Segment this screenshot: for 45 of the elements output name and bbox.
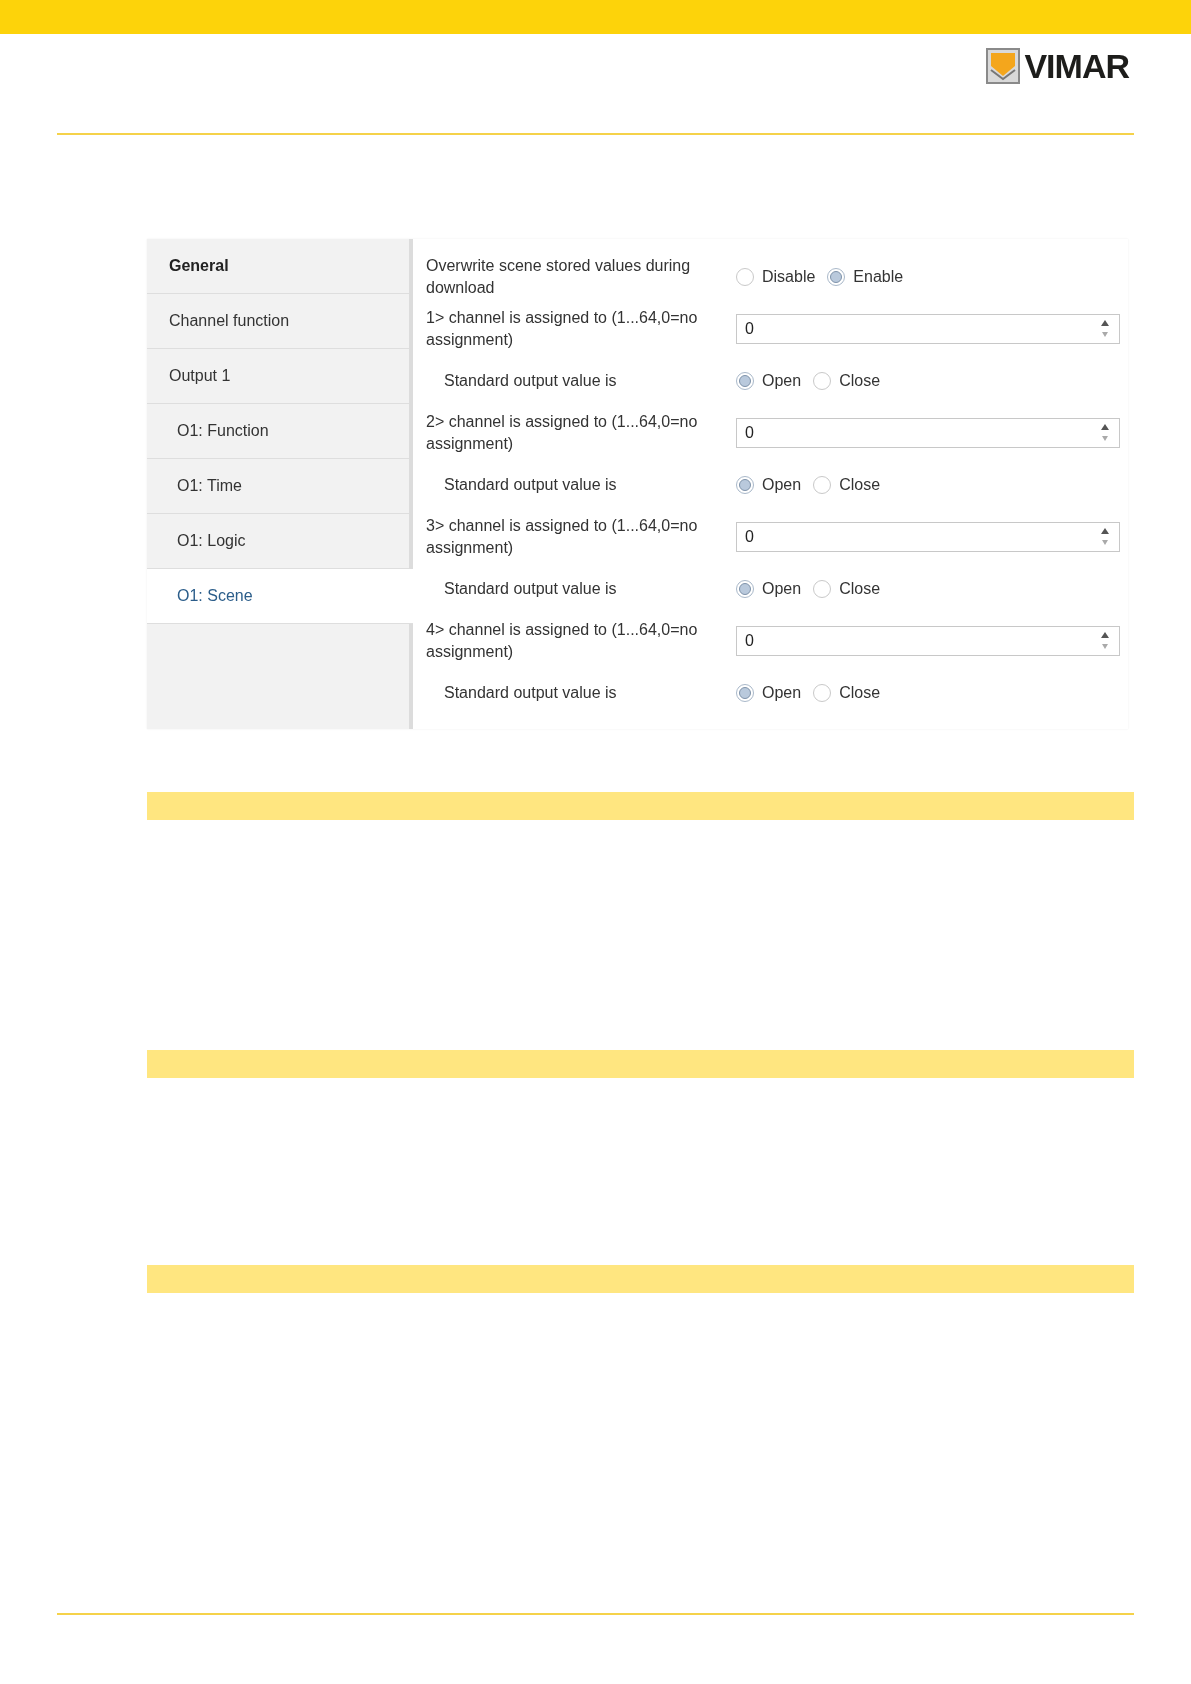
number-field[interactable]: 0 — [736, 418, 1120, 448]
option-label: Disable — [762, 268, 816, 286]
radio-button[interactable] — [736, 268, 754, 286]
radio-button[interactable] — [736, 372, 754, 390]
setting-label: Standard output value is — [443, 371, 618, 391]
option-label: Open — [762, 580, 802, 598]
setting-label: 2> channel is assigned to (1...64,0=no assignment) — [426, 412, 699, 454]
sidebar-item[interactable]: O1: Scene — [147, 569, 413, 624]
sidebar-item[interactable]: O1: Time — [147, 459, 409, 514]
setting-label: 1> channel is assigned to (1...64,0=no assignment) — [426, 308, 699, 350]
setting-label: Standard output value is — [443, 475, 618, 495]
setting-label: 3> channel is assigned to (1...64,0=no assignment) — [426, 516, 699, 558]
setting-label: 4> channel is assigned to (1...64,0=no assignment) — [426, 620, 699, 662]
option-label: Open — [762, 372, 802, 390]
option-label: Close — [839, 476, 881, 494]
radio-button[interactable] — [813, 372, 832, 390]
sidebar-item[interactable]: Output 1 — [147, 349, 409, 404]
option-label: Close — [839, 684, 881, 702]
brand-name: VIMAR — [1024, 49, 1129, 83]
radio-button[interactable] — [736, 580, 754, 598]
sidebar-item[interactable]: O1: Function — [147, 404, 409, 459]
setting-label: Overwrite scene stored values during download — [426, 256, 692, 298]
radio-button[interactable] — [813, 580, 832, 598]
spinner-icon[interactable] — [1101, 631, 1109, 651]
sidebar-item[interactable]: General — [147, 239, 409, 294]
setting-label: Standard output value is — [443, 579, 618, 599]
option-label: Open — [762, 476, 802, 494]
number-field[interactable]: 0 — [736, 626, 1120, 656]
radio-button[interactable] — [813, 476, 832, 494]
spinner-icon[interactable] — [1101, 319, 1109, 339]
sidebar-item[interactable]: Channel function — [147, 294, 409, 349]
radio-button[interactable] — [813, 684, 832, 702]
option-label: Open — [762, 684, 802, 702]
option-label: Close — [839, 372, 881, 390]
radio-button[interactable] — [736, 476, 754, 494]
spinner-icon[interactable] — [1101, 423, 1109, 443]
radio-button[interactable] — [736, 684, 754, 702]
radio-button[interactable] — [827, 268, 846, 286]
option-label: Enable — [853, 268, 904, 286]
logo-icon — [986, 48, 1021, 84]
number-field[interactable]: 0 — [736, 522, 1120, 552]
option-label: Close — [839, 580, 881, 598]
number-field[interactable]: 0 — [736, 314, 1120, 344]
setting-label: Standard output value is — [443, 683, 618, 703]
spinner-icon[interactable] — [1101, 527, 1109, 547]
